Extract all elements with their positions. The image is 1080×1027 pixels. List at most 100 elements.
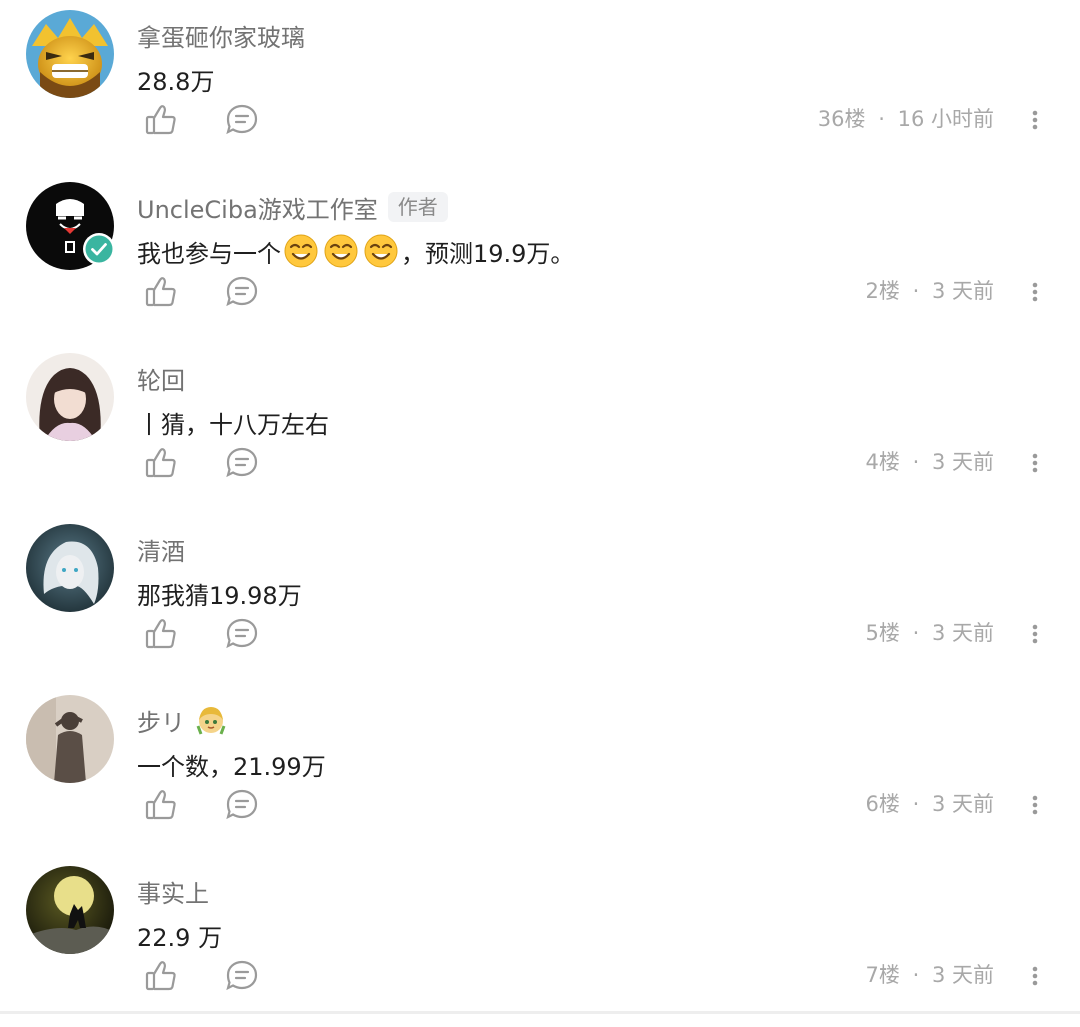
floor-number: 36楼 <box>817 107 866 131</box>
thumbs-up-icon <box>145 961 176 991</box>
avatar[interactable] <box>26 524 114 612</box>
more-options-button[interactable] <box>1020 614 1050 654</box>
vertical-more-icon <box>1032 966 1038 986</box>
girl-emoji-icon <box>196 707 226 735</box>
thumbs-up-icon <box>145 105 176 135</box>
more-options-button[interactable] <box>1020 100 1050 140</box>
like-button[interactable] <box>141 785 181 825</box>
floor-number: 7楼 <box>865 963 900 987</box>
meta-separator: · <box>912 792 920 816</box>
floor-number: 6楼 <box>865 792 900 816</box>
timestamp: 16 小时前 <box>897 107 994 131</box>
vertical-more-icon <box>1032 282 1038 302</box>
comment-bubble-icon <box>226 789 258 820</box>
thumbs-up-icon <box>145 619 176 649</box>
meta-separator: · <box>878 107 885 131</box>
comment-content-end: ，预测19.9万。 <box>401 239 575 268</box>
comment-content: 丨猜，十八万左右 <box>137 410 329 439</box>
reply-button[interactable] <box>222 785 262 825</box>
like-button[interactable] <box>141 272 181 312</box>
comment-text: 一个数，21.99万 <box>137 745 326 783</box>
user-name[interactable]: 轮回 <box>137 361 185 396</box>
user-name[interactable]: 事实上 <box>137 874 209 909</box>
name-row: 轮回 <box>137 361 185 395</box>
user-name[interactable]: 清酒 <box>137 532 185 567</box>
user-name[interactable]: UncleCiba游戏工作室 <box>137 190 378 225</box>
reply-button[interactable] <box>222 956 262 996</box>
comment-bubble-icon <box>226 276 258 307</box>
comment-text: 我也参与一个 ，预测19.9万。 <box>137 232 574 270</box>
smiling-face-emoji-icon <box>324 234 358 268</box>
more-options-button[interactable] <box>1020 785 1050 825</box>
timestamp: 3 天前 <box>931 792 994 816</box>
comment-bubble-icon <box>226 104 258 135</box>
avatar[interactable] <box>26 10 114 98</box>
comment-bubble-icon <box>226 447 258 478</box>
name-row: 步リ <box>137 703 227 737</box>
comment-content: 22.9 万 <box>137 923 223 952</box>
vertical-more-icon <box>1032 453 1038 473</box>
avatar[interactable] <box>26 353 114 441</box>
reply-button[interactable] <box>222 614 262 654</box>
name-row: 清酒 <box>137 532 185 566</box>
thumbs-up-icon <box>145 790 176 820</box>
reply-button[interactable] <box>222 272 262 312</box>
thumbs-up-icon <box>145 448 176 478</box>
like-button[interactable] <box>141 956 181 996</box>
comment-content: 那我猜19.98万 <box>137 581 302 610</box>
vertical-more-icon <box>1032 110 1038 130</box>
vertical-more-icon <box>1032 795 1038 815</box>
comment-item: 轮回 丨猜，十八万左右 4楼 · 3 天前 <box>0 343 1080 514</box>
vertical-more-icon <box>1032 624 1038 644</box>
timestamp: 3 天前 <box>931 279 994 303</box>
user-name[interactable]: 步リ <box>137 703 185 738</box>
comment-item: 步リ 一个数，21.99万 6楼 · 3 天前 <box>0 685 1080 856</box>
comment-item: 拿蛋砸你家玻璃 28.8万 36楼 · 16 小时前 <box>0 0 1080 171</box>
floor-number: 2楼 <box>865 279 900 303</box>
timestamp: 3 天前 <box>931 450 994 474</box>
meta-separator: · <box>912 450 920 474</box>
name-row: 事实上 <box>137 874 209 908</box>
more-options-button[interactable] <box>1020 272 1050 312</box>
like-button[interactable] <box>141 614 181 654</box>
reply-button[interactable] <box>222 100 262 140</box>
avatar[interactable] <box>26 866 114 954</box>
comment-meta: 5楼 · 3 天前 <box>866 617 994 647</box>
more-options-button[interactable] <box>1020 956 1050 996</box>
comment-content-start: 我也参与一个 <box>137 239 281 268</box>
meta-separator: · <box>912 621 920 645</box>
comment-item: UncleCiba游戏工作室 作者 我也参与一个 ，预测19.9万。 2楼 · … <box>0 172 1080 343</box>
avatar[interactable] <box>26 695 114 783</box>
comment-text: 那我猜19.98万 <box>137 574 302 612</box>
timestamp: 3 天前 <box>931 621 994 645</box>
meta-separator: · <box>912 279 920 303</box>
comment-item: 清酒 那我猜19.98万 5楼 · 3 天前 <box>0 514 1080 685</box>
like-button[interactable] <box>141 100 181 140</box>
more-options-button[interactable] <box>1020 443 1050 483</box>
comment-text: 丨猜，十八万左右 <box>137 403 329 441</box>
like-button[interactable] <box>141 443 181 483</box>
comment-text: 22.9 万 <box>137 916 222 954</box>
thumbs-up-icon <box>145 277 176 307</box>
comment-item: 事实上 22.9 万 7楼 · 3 天前 <box>0 856 1080 1027</box>
comment-meta: 4楼 · 3 天前 <box>866 446 994 476</box>
comment-content: 28.8万 <box>137 67 215 96</box>
comment-meta: 36楼 · 16 小时前 <box>818 103 994 133</box>
author-badge: 作者 <box>387 192 448 222</box>
meta-separator: · <box>912 963 920 987</box>
timestamp: 3 天前 <box>931 963 994 987</box>
comment-bubble-icon <box>226 960 258 991</box>
comment-meta: 6楼 · 3 天前 <box>866 788 994 818</box>
floor-number: 4楼 <box>865 450 900 474</box>
user-name[interactable]: 拿蛋砸你家玻璃 <box>137 18 305 53</box>
comment-bubble-icon <box>226 618 258 649</box>
smiling-face-emoji-icon <box>284 234 318 268</box>
reply-button[interactable] <box>222 443 262 483</box>
name-row: 拿蛋砸你家玻璃 <box>137 18 305 52</box>
floor-number: 5楼 <box>865 621 900 645</box>
comment-content: 一个数，21.99万 <box>137 752 326 781</box>
name-row: UncleCiba游戏工作室 作者 <box>137 190 448 224</box>
smiling-face-emoji-icon <box>364 234 398 268</box>
comment-meta: 7楼 · 3 天前 <box>866 959 994 989</box>
comment-meta: 2楼 · 3 天前 <box>866 275 994 305</box>
